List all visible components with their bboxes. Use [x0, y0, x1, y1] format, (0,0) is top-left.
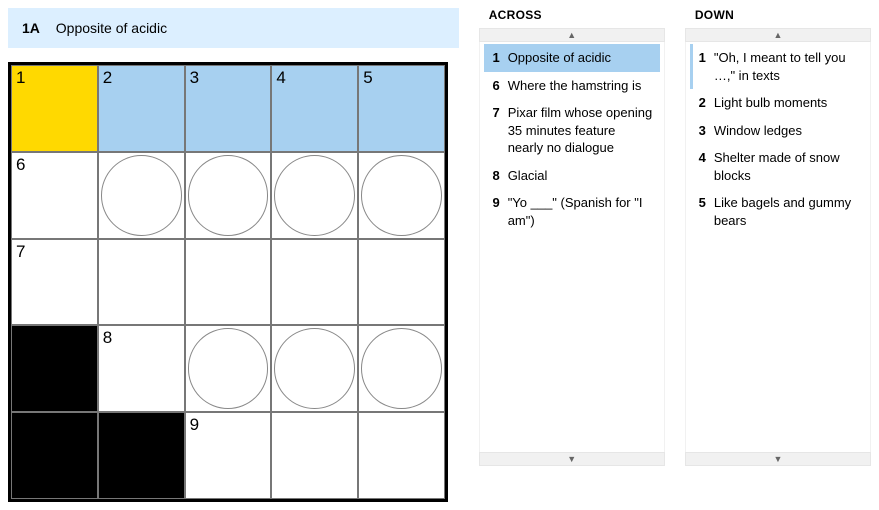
clue-item[interactable]: 1"Oh, I meant to tell you …," in texts: [690, 44, 866, 89]
cell-circle: [274, 155, 355, 236]
across-clue-list: 1Opposite of acidic6Where the hamstring …: [479, 42, 665, 452]
left-panel: 1A Opposite of acidic 1 2 3 4 5 6 7 8 9: [8, 8, 459, 502]
clue-item[interactable]: 9"Yo ___" (Spanish for "I am"): [484, 189, 660, 234]
cell[interactable]: 2: [98, 65, 185, 152]
scroll-up-button[interactable]: ▲: [479, 28, 665, 42]
clue-item[interactable]: 1Opposite of acidic: [484, 44, 660, 72]
clue-text: Like bagels and gummy bears: [714, 194, 860, 229]
cell[interactable]: 6: [11, 152, 98, 239]
clue-text: Where the hamstring is: [508, 77, 654, 95]
across-column: ACROSS ▲ 1Opposite of acidic6Where the h…: [479, 8, 665, 466]
cell[interactable]: [98, 152, 185, 239]
current-clue-text: Opposite of acidic: [56, 20, 167, 36]
clue-item[interactable]: 3Window ledges: [690, 117, 866, 145]
down-heading: DOWN: [685, 8, 871, 22]
cell[interactable]: [271, 152, 358, 239]
clue-text: Glacial: [508, 167, 654, 185]
cell-number: 2: [103, 68, 112, 88]
cell-circle: [188, 155, 269, 236]
clue-number: 2: [690, 94, 714, 112]
cell[interactable]: [271, 239, 358, 326]
clue-item[interactable]: 7Pixar film whose opening 35 minutes fea…: [484, 99, 660, 162]
cell-circle: [361, 155, 442, 236]
cell[interactable]: [271, 412, 358, 499]
down-column: DOWN ▲ 1"Oh, I meant to tell you …," in …: [685, 8, 871, 466]
clue-item[interactable]: 4Shelter made of snow blocks: [690, 144, 866, 189]
cell-number: 4: [276, 68, 285, 88]
cell-circle: [274, 328, 355, 409]
down-clue-list: 1"Oh, I meant to tell you …," in texts2L…: [685, 42, 871, 452]
clue-number: 6: [484, 77, 508, 95]
cell[interactable]: 3: [185, 65, 272, 152]
scroll-up-button[interactable]: ▲: [685, 28, 871, 42]
clue-text: Opposite of acidic: [508, 49, 654, 67]
clue-number: 8: [484, 167, 508, 185]
cell[interactable]: 7: [11, 239, 98, 326]
clue-number: 4: [690, 149, 714, 184]
cell[interactable]: 4: [271, 65, 358, 152]
clue-text: "Oh, I meant to tell you …," in texts: [714, 49, 860, 84]
clue-number: 3: [690, 122, 714, 140]
cell[interactable]: [358, 412, 445, 499]
cell-number: 5: [363, 68, 372, 88]
clue-text: Shelter made of snow blocks: [714, 149, 860, 184]
cell[interactable]: [271, 325, 358, 412]
cell-number: 6: [16, 155, 25, 175]
cell-black: [11, 412, 98, 499]
clue-text: Pixar film whose opening 35 minutes feat…: [508, 104, 654, 157]
cell-circle: [101, 155, 182, 236]
cell[interactable]: [358, 325, 445, 412]
across-heading: ACROSS: [479, 8, 665, 22]
current-clue-bar[interactable]: 1A Opposite of acidic: [8, 8, 459, 48]
cell-number: 1: [16, 68, 25, 88]
crossword-layout: 1A Opposite of acidic 1 2 3 4 5 6 7 8 9 ACROSS ▲…: [8, 8, 871, 502]
clue-text: Light bulb moments: [714, 94, 860, 112]
cell[interactable]: [185, 152, 272, 239]
clue-item[interactable]: 6Where the hamstring is: [484, 72, 660, 100]
cell-number: 7: [16, 242, 25, 262]
clue-number: 7: [484, 104, 508, 157]
cell[interactable]: 8: [98, 325, 185, 412]
cell-circle: [361, 328, 442, 409]
scroll-down-button[interactable]: ▼: [685, 452, 871, 466]
cell-circle: [188, 328, 269, 409]
cell[interactable]: 5: [358, 65, 445, 152]
crossword-grid[interactable]: 1 2 3 4 5 6 7 8 9: [8, 62, 448, 502]
cell[interactable]: [358, 152, 445, 239]
cell[interactable]: [185, 325, 272, 412]
cell[interactable]: [358, 239, 445, 326]
cell-number: 9: [190, 415, 199, 435]
clue-number: 9: [484, 194, 508, 229]
cell[interactable]: [185, 239, 272, 326]
clue-item[interactable]: 8Glacial: [484, 162, 660, 190]
clue-item[interactable]: 2Light bulb moments: [690, 89, 866, 117]
clue-number: 5: [690, 194, 714, 229]
clue-item[interactable]: 5Like bagels and gummy bears: [690, 189, 866, 234]
cell-number: 3: [190, 68, 199, 88]
clue-number: 1: [693, 49, 714, 84]
cell[interactable]: [98, 239, 185, 326]
cell-black: [11, 325, 98, 412]
cell-black: [98, 412, 185, 499]
scroll-down-button[interactable]: ▼: [479, 452, 665, 466]
current-clue-number: 1A: [22, 20, 40, 36]
cell[interactable]: 9: [185, 412, 272, 499]
clue-text: Window ledges: [714, 122, 860, 140]
clue-text: "Yo ___" (Spanish for "I am"): [508, 194, 654, 229]
cell-number: 8: [103, 328, 112, 348]
clue-number: 1: [484, 49, 508, 67]
cell[interactable]: 1: [11, 65, 98, 152]
